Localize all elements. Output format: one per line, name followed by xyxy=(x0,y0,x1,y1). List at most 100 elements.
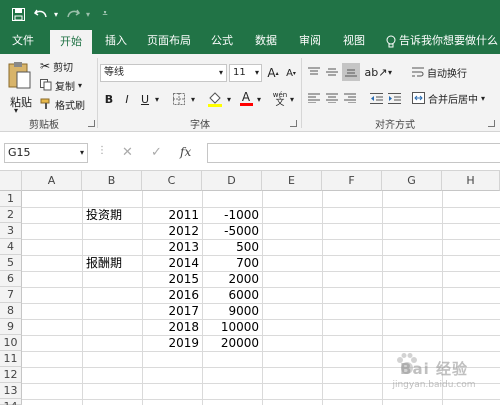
undo-icon[interactable] xyxy=(32,0,50,28)
copy-button[interactable]: 复制 ▾ xyxy=(40,77,82,93)
italic-button[interactable]: I xyxy=(120,90,134,108)
cell-c3[interactable]: 2012 xyxy=(142,223,202,239)
formula-input[interactable] xyxy=(207,143,500,163)
fill-color-button[interactable] xyxy=(206,90,224,108)
font-color-button[interactable]: A xyxy=(238,90,254,108)
row-header-4[interactable]: 4 xyxy=(0,239,22,255)
row-header-7[interactable]: 7 xyxy=(0,287,22,303)
align-center-button[interactable] xyxy=(324,90,340,106)
row-header-2[interactable]: 2 xyxy=(0,207,22,223)
row-header-11[interactable]: 11 xyxy=(0,351,22,367)
tab-page-layout[interactable]: 页面布局 xyxy=(140,28,198,54)
row-header-8[interactable]: 8 xyxy=(0,303,22,319)
phonetic-dropdown-icon[interactable]: ▾ xyxy=(288,90,296,108)
orientation-dropdown-icon[interactable]: ▾ xyxy=(386,64,394,80)
merge-center-dropdown-icon[interactable]: ▾ xyxy=(481,94,485,103)
name-box[interactable]: G15 ▾ xyxy=(4,143,88,163)
align-middle-button[interactable] xyxy=(324,64,340,80)
cell-c8[interactable]: 2017 xyxy=(142,303,202,319)
row-header-3[interactable]: 3 xyxy=(0,223,22,239)
tab-file[interactable]: 文件 xyxy=(2,28,44,54)
cell-b2[interactable]: 投资期 xyxy=(86,207,122,223)
undo-dropdown-icon[interactable]: ▾ xyxy=(52,0,60,28)
align-top-button[interactable] xyxy=(306,64,322,80)
tab-view[interactable]: 视图 xyxy=(334,28,374,54)
tell-me-box[interactable]: 告诉我你想要做什么 xyxy=(386,28,498,54)
column-header-f[interactable]: F xyxy=(322,171,382,191)
cell-c6[interactable]: 2015 xyxy=(142,271,202,287)
underline-dropdown-icon[interactable]: ▾ xyxy=(153,90,161,108)
column-header-a[interactable]: A xyxy=(22,171,82,191)
row-header-10[interactable]: 10 xyxy=(0,335,22,351)
wrap-text-button[interactable]: 自动换行 xyxy=(412,64,467,80)
cell-c9[interactable]: 2018 xyxy=(142,319,202,335)
cell-c7[interactable]: 2016 xyxy=(142,287,202,303)
tab-home[interactable]: 开始 xyxy=(50,28,92,54)
align-right-button[interactable] xyxy=(342,90,358,106)
watermark: Bai 经验 jingyan.baidu.com xyxy=(375,352,493,394)
column-header-b[interactable]: B xyxy=(82,171,142,191)
font-size-select[interactable]: 11 ▾ xyxy=(229,64,262,82)
cell-d3[interactable]: -5000 xyxy=(202,223,262,239)
cut-button[interactable]: ✂ 剪切 xyxy=(40,58,73,74)
customize-icon[interactable]: ⩡ xyxy=(98,0,112,28)
column-header-d[interactable]: D xyxy=(202,171,262,191)
cell-d2[interactable]: -1000 xyxy=(202,207,262,223)
row-header-13[interactable]: 13 xyxy=(0,383,22,399)
font-launcher-icon[interactable] xyxy=(290,120,297,127)
font-color-dropdown-icon[interactable]: ▾ xyxy=(255,90,263,108)
column-header-e[interactable]: E xyxy=(262,171,322,191)
cell-c2[interactable]: 2011 xyxy=(142,207,202,223)
row-header-12[interactable]: 12 xyxy=(0,367,22,383)
row-header-5[interactable]: 5 xyxy=(0,255,22,271)
underline-button[interactable]: U xyxy=(138,90,152,108)
orientation-button[interactable]: ab↗ xyxy=(365,64,388,80)
clipboard-launcher-icon[interactable] xyxy=(88,120,95,127)
tab-review[interactable]: 审阅 xyxy=(290,28,330,54)
bold-button[interactable]: B xyxy=(102,90,116,108)
phonetic-button[interactable]: wén 文 xyxy=(272,90,288,108)
cell-d5[interactable]: 700 xyxy=(202,255,262,271)
column-header-h[interactable]: H xyxy=(442,171,500,191)
border-dropdown-icon[interactable]: ▾ xyxy=(189,90,197,108)
row-header-14[interactable]: 14 xyxy=(0,399,22,405)
cell-d10[interactable]: 20000 xyxy=(202,335,262,351)
cell-c5[interactable]: 2014 xyxy=(142,255,202,271)
row-header-9[interactable]: 9 xyxy=(0,319,22,335)
alignment-launcher-icon[interactable] xyxy=(488,120,495,127)
paste-button[interactable] xyxy=(6,58,32,92)
insert-function-button[interactable]: fx xyxy=(180,145,191,159)
cell-d9[interactable]: 10000 xyxy=(202,319,262,335)
cell-c10[interactable]: 2019 xyxy=(142,335,202,351)
decrease-indent-button[interactable] xyxy=(368,90,384,106)
tab-data[interactable]: 数据 xyxy=(246,28,286,54)
save-icon[interactable] xyxy=(8,0,28,28)
merge-center-button[interactable]: 合并后居中 ▾ xyxy=(412,90,485,106)
cell-d8[interactable]: 9000 xyxy=(202,303,262,319)
fill-color-dropdown-icon[interactable]: ▾ xyxy=(225,90,233,108)
align-bottom-button[interactable] xyxy=(342,63,360,81)
cell-b5[interactable]: 报酬期 xyxy=(86,255,122,271)
border-button[interactable] xyxy=(170,90,188,108)
column-header-c[interactable]: C xyxy=(142,171,202,191)
paste-dropdown-icon[interactable]: ▾ xyxy=(14,106,18,115)
grow-font-button[interactable]: A ▴ xyxy=(266,64,280,82)
shrink-font-button[interactable]: A ▾ xyxy=(284,64,298,82)
name-box-dropdown-icon[interactable]: ▾ xyxy=(80,144,84,162)
clipboard-icon xyxy=(8,62,31,89)
format-painter-button[interactable]: 格式刷 xyxy=(40,96,85,112)
cell-d7[interactable]: 6000 xyxy=(202,287,262,303)
align-left-button[interactable] xyxy=(306,90,322,106)
cell-d4[interactable]: 500 xyxy=(202,239,262,255)
increase-indent-button[interactable] xyxy=(386,90,402,106)
font-name-select[interactable]: 等线 ▾ xyxy=(100,64,227,82)
cell-d6[interactable]: 2000 xyxy=(202,271,262,287)
row-header-6[interactable]: 6 xyxy=(0,271,22,287)
row-header-1[interactable]: 1 xyxy=(0,191,22,207)
column-header-g[interactable]: G xyxy=(382,171,442,191)
select-all-corner[interactable] xyxy=(0,171,22,191)
tab-insert[interactable]: 插入 xyxy=(96,28,136,54)
copy-dropdown-icon[interactable]: ▾ xyxy=(78,81,82,90)
cell-c4[interactable]: 2013 xyxy=(142,239,202,255)
tab-formulas[interactable]: 公式 xyxy=(202,28,242,54)
